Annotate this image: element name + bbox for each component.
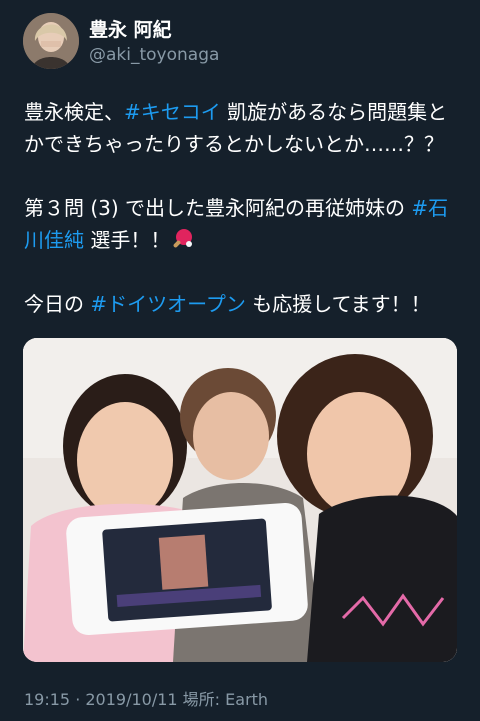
hashtag-link[interactable]: #キセコイ <box>124 100 221 124</box>
text-segment: 第３問 (3) で出した豊永阿紀の再従姉妹の <box>24 196 412 220</box>
tweet-text: 豊永検定、#キセコイ 凱旋があるなら問題集とかできちゃったりするとかしないとか…… <box>24 96 464 320</box>
text-segment: 選手！！ <box>84 228 171 252</box>
tweet-paragraph-3: 今日の #ドイツオープン も応援してます！！ <box>24 288 464 320</box>
display-name[interactable]: 豊永 阿紀 <box>89 18 172 42</box>
tweet-paragraph-2: 第３問 (3) で出した豊永阿紀の再従姉妹の #石川佳純 選手！！ <box>24 192 464 256</box>
text-segment: 豊永検定、 <box>24 100 124 124</box>
tweet-photo[interactable] <box>23 338 457 662</box>
ping-pong-paddle-icon <box>170 227 194 251</box>
user-handle[interactable]: @aki_toyonaga <box>89 44 219 66</box>
photo-image <box>23 338 457 662</box>
text-segment: 今日の <box>24 292 91 316</box>
avatar[interactable] <box>23 13 79 69</box>
tweet-timestamp-location: 19:15 · 2019/10/11 場所: Earth <box>24 690 269 709</box>
tweet-header: 豊永 阿紀 @aki_toyonaga <box>23 13 463 71</box>
avatar-image <box>23 13 79 69</box>
tweet-paragraph-1: 豊永検定、#キセコイ 凱旋があるなら問題集とかできちゃったりするとかしないとか…… <box>24 96 464 160</box>
text-segment: も応援してます！！ <box>245 292 431 316</box>
hashtag-link[interactable]: #ドイツオープン <box>90 292 246 316</box>
